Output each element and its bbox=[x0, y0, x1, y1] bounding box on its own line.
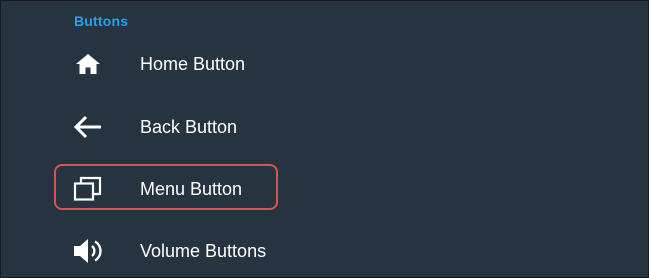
list-item-label: Volume Buttons bbox=[140, 241, 267, 261]
list-item-label: Home Button bbox=[140, 54, 246, 74]
list-item-back-button[interactable]: Back Button bbox=[1, 97, 648, 157]
home-icon bbox=[71, 48, 105, 80]
list-item-label: Menu Button bbox=[140, 179, 243, 199]
list-item-menu-button[interactable]: Menu Button bbox=[1, 159, 648, 219]
settings-panel: Buttons Home Button Back Button Menu But… bbox=[0, 0, 649, 278]
list-item-home-button[interactable]: Home Button bbox=[1, 34, 648, 94]
volume-icon bbox=[71, 235, 105, 267]
recent-apps-icon bbox=[71, 173, 105, 205]
list-item-volume-buttons[interactable]: Volume Buttons bbox=[1, 221, 648, 277]
section-title: Buttons bbox=[74, 13, 129, 29]
back-arrow-icon bbox=[71, 111, 105, 143]
list-item-label: Back Button bbox=[140, 117, 238, 137]
